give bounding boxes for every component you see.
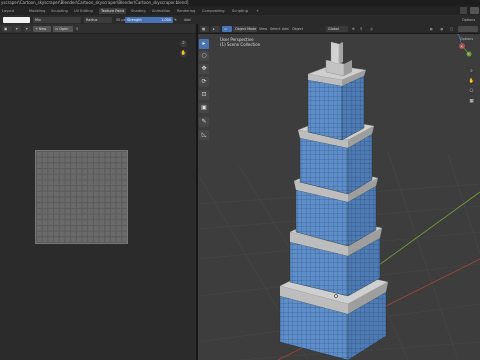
3d-viewport[interactable]: X Y Z ▦ ▸ ▭ Object Mode View Select Add … xyxy=(198,24,480,360)
object-type-icon[interactable]: ▸ xyxy=(211,25,220,32)
strength-value: 1.000 xyxy=(161,17,171,22)
tool-shelf: ▸ ○ ✥ ⟳ ⊡ ▣ ✎ ◺ xyxy=(198,36,210,144)
smear-brush-icon[interactable]: ✥ xyxy=(199,64,209,74)
menu-add[interactable]: Add xyxy=(282,26,289,32)
add-label[interactable]: Add xyxy=(184,17,191,23)
snap-icon[interactable]: ⚲ xyxy=(360,26,362,32)
viewport-header: ▦ ▸ ▭ Object Mode View Select Add Object… xyxy=(198,24,480,34)
viewport-scene: X Y Z xyxy=(198,29,480,360)
view-layer-selector[interactable] xyxy=(470,7,479,14)
options-dropdown[interactable]: Options xyxy=(462,17,475,23)
uv-texture-grid[interactable] xyxy=(35,150,128,244)
tab-texture-paint[interactable]: Texture Paint xyxy=(99,8,127,14)
tab-uv-editing[interactable]: UV Editing xyxy=(74,8,93,14)
mask-brush-icon[interactable]: ▣ xyxy=(199,103,209,113)
brush-color-swatch[interactable] xyxy=(3,16,30,23)
pivot-icon[interactable]: ⊕ xyxy=(352,26,355,32)
xray-icon[interactable]: ▢ xyxy=(450,26,453,32)
open-image-label: Open xyxy=(59,26,69,31)
tab-layout[interactable]: Layout xyxy=(2,8,14,14)
tab-scripting[interactable]: Scripting xyxy=(232,8,248,14)
pan-hand-icon[interactable]: ✋ xyxy=(180,50,187,57)
zoom-icon[interactable]: ⌕ xyxy=(180,40,187,47)
shading-mode-buttons[interactable] xyxy=(458,26,478,32)
visibility-icon[interactable]: ◐ xyxy=(430,26,433,32)
editor-type-icon[interactable]: ▦ xyxy=(200,25,209,32)
workspace-tabs-bar: Layout Modeling Sculpting UV Editing Tex… xyxy=(0,6,480,15)
skyscraper-model[interactable] xyxy=(279,41,389,360)
scene-icon[interactable] xyxy=(460,7,467,14)
overlays-icon[interactable]: ◑ xyxy=(440,26,443,32)
tab-sculpting[interactable]: Sculpting xyxy=(51,8,68,14)
soften-brush-icon[interactable]: ○ xyxy=(199,51,209,61)
tab-rendering[interactable]: Rendering xyxy=(177,8,195,14)
blend-mode-value: Mix xyxy=(35,17,41,22)
view-menu-icon[interactable]: ▾ xyxy=(14,25,21,32)
proportional-edit-icon[interactable]: ◎ xyxy=(370,26,373,32)
transform-orientation-dropdown[interactable]: Global xyxy=(326,25,348,32)
pressure-strength-icon[interactable]: ✎ xyxy=(174,17,177,23)
menu-object[interactable]: Object xyxy=(292,26,303,32)
strength-label: Strength xyxy=(127,17,142,22)
clone-brush-icon[interactable]: ⟳ xyxy=(199,77,209,87)
radius-field[interactable]: Radius xyxy=(84,16,112,23)
add-workspace-button[interactable]: + xyxy=(256,8,259,14)
zoom-icon[interactable]: ⌕ xyxy=(468,68,475,75)
perspective-toggle-icon[interactable]: ▦ xyxy=(468,98,475,105)
measure-icon[interactable]: ◺ xyxy=(199,130,209,140)
pin-icon[interactable]: ⚲ xyxy=(76,26,78,32)
gizmo-x-label: X xyxy=(461,45,463,49)
open-image-button[interactable]: ▭ Open xyxy=(53,25,73,32)
transform-orientation-value: Global xyxy=(328,26,339,31)
pan-hand-icon[interactable]: ✋ xyxy=(468,78,475,85)
menu-select[interactable]: Select xyxy=(270,26,280,32)
new-image-label: New xyxy=(38,26,47,31)
options-dropdown-viewport[interactable]: Options xyxy=(460,37,473,41)
tab-modeling[interactable]: Modeling xyxy=(29,8,45,14)
tab-shading[interactable]: Shading xyxy=(131,8,146,14)
gizmo-y-label: Y xyxy=(468,52,470,56)
camera-view-icon[interactable]: ⎔ xyxy=(468,88,475,95)
editor-type-icon[interactable]: ▣ xyxy=(2,25,12,32)
mode-label: Object Mode xyxy=(235,26,257,31)
window-title: yscraper\Cartoon_skyscraper\Blender\Cart… xyxy=(1,0,189,5)
interaction-mode-dropdown[interactable]: Object Mode xyxy=(233,25,257,32)
tab-compositing[interactable]: Compositing xyxy=(202,8,225,14)
fill-brush-icon[interactable]: ⊡ xyxy=(199,90,209,100)
image-editor-header: ▣ ▾ ▾ + New ▭ Open ⚲ xyxy=(0,24,196,34)
new-image-button[interactable]: + New xyxy=(33,25,51,32)
strength-slider[interactable]: Strength 1.000 xyxy=(125,16,173,23)
select-box-icon[interactable]: ▭ xyxy=(222,25,232,32)
radius-label: Radius xyxy=(86,17,98,22)
image-menu-icon[interactable]: ▾ xyxy=(24,25,31,32)
annotate-icon[interactable]: ✎ xyxy=(199,117,209,127)
scene-collection-label: (1) Scene Collection xyxy=(220,42,261,47)
draw-brush-icon[interactable]: ▸ xyxy=(199,39,209,49)
blend-mode-dropdown[interactable]: Mix xyxy=(33,16,81,23)
viewport-overlay-text: User Perspective (1) Scene Collection xyxy=(220,37,260,47)
tab-animation[interactable]: Animation xyxy=(152,8,170,14)
menu-view[interactable]: View xyxy=(259,26,267,32)
image-editor: ▣ ▾ ▾ + New ▭ Open ⚲ ⌕ ✋ xyxy=(0,24,196,360)
